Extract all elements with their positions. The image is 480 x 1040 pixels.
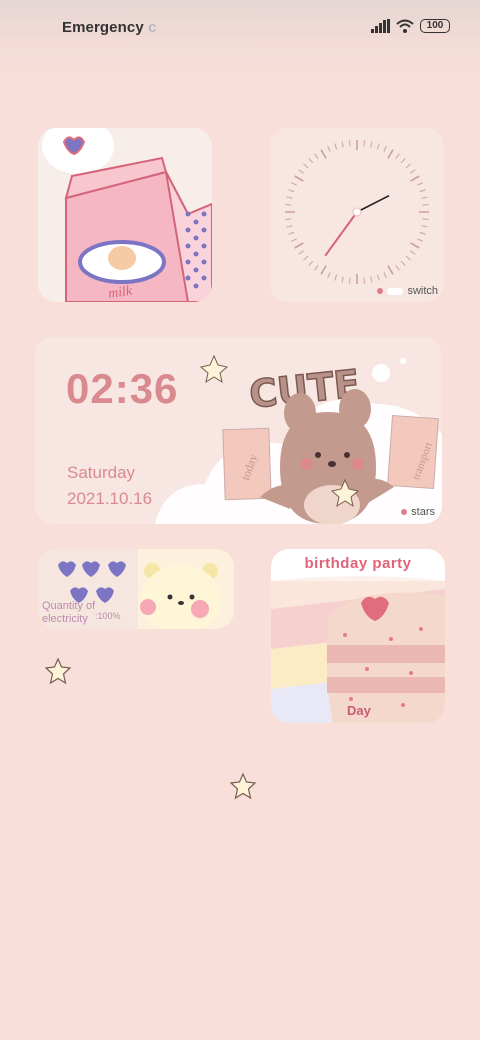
star-icon (44, 657, 72, 685)
clock-tick (334, 143, 338, 150)
clock-tick (405, 255, 411, 261)
clock-tick (400, 158, 406, 164)
carrier-label: Emergency c (62, 19, 157, 36)
clock-tick (363, 140, 366, 147)
clock-tick (383, 146, 387, 152)
clock-tick (286, 225, 293, 228)
stars-text: stars (411, 506, 435, 518)
clock-tick (298, 250, 304, 255)
stars-dot (401, 509, 408, 515)
switch-label: switch (407, 285, 438, 297)
clock-tick (291, 182, 297, 186)
birthday-day-label: Day (347, 703, 371, 718)
birthday-widget[interactable]: birthday party Day (271, 549, 445, 723)
clock-tick (288, 189, 295, 193)
status-icons: 100 (371, 19, 450, 33)
clock-tick (376, 274, 380, 281)
clock-tick (421, 225, 428, 228)
electricity-label: Quantity of electricity (42, 600, 95, 626)
digital-time: 02:36 (66, 365, 179, 412)
battery-indicator: 100 (420, 19, 450, 33)
clock-switch[interactable]: switch (377, 285, 438, 297)
battery-widget[interactable]: Quantity of electricity :100% (38, 549, 234, 629)
clock-tick (286, 196, 293, 199)
clock-tick (370, 141, 373, 148)
clock-tick (298, 169, 304, 174)
clock-tick (327, 146, 331, 152)
signal-icon (371, 19, 390, 33)
wifi-icon (396, 19, 414, 33)
clock-tick (387, 265, 394, 275)
clock-tick (294, 175, 304, 182)
clock-tick (348, 140, 351, 147)
star-icon (229, 772, 257, 800)
clock-tick (327, 272, 331, 278)
switch-pill (387, 287, 404, 295)
electricity-label-line2: electricity (42, 613, 88, 625)
minute-hand (324, 211, 358, 257)
carrier-text-faded: c (148, 19, 157, 36)
clock-tick (294, 242, 304, 249)
clock-tick (395, 153, 400, 159)
clock-tick (405, 163, 411, 169)
clock-tick (320, 149, 327, 159)
heart-icons (58, 561, 126, 603)
clock-tick (410, 250, 416, 255)
clock-tick (417, 182, 423, 186)
time-date-widget[interactable]: CUTE today transport 02:36 Saturday 2021… (35, 337, 442, 524)
clock-tick (400, 260, 406, 266)
clock-tick (348, 277, 351, 284)
clock-tick (376, 143, 380, 150)
clock-tick (303, 163, 309, 169)
cake-illustration (271, 549, 445, 723)
clock-tick (419, 231, 426, 235)
clock-tick (410, 169, 416, 174)
clock-tick (308, 158, 314, 164)
clock-tick (417, 238, 423, 242)
switch-dot (377, 288, 384, 294)
birthday-title: birthday party (304, 555, 412, 572)
clock-center (352, 207, 362, 217)
analog-clock-widget[interactable]: switch (270, 128, 444, 302)
milk-widget[interactable]: milk (38, 128, 212, 302)
clock-tick (422, 203, 429, 206)
clock-tick (363, 277, 366, 284)
clock-tick (285, 218, 292, 221)
clock-tick (334, 274, 338, 281)
clock-tick (422, 218, 429, 221)
clock-tick (303, 255, 309, 261)
clock-tick (370, 276, 373, 283)
clock-tick (410, 175, 420, 182)
milk-carton-illustration: milk (42, 128, 212, 302)
electricity-percent: :100% (95, 611, 121, 621)
clock-face (285, 140, 429, 284)
clock-tick (341, 141, 344, 148)
clock-tick (383, 272, 387, 278)
stars-label: stars (401, 506, 435, 518)
hour-hand (356, 194, 390, 213)
clock-tick (395, 265, 400, 271)
clock-tick (320, 265, 327, 275)
status-bar: Emergency c 100 (0, 0, 480, 56)
clock-tick (421, 196, 428, 199)
electricity-label-line1: Quantity of (42, 600, 96, 612)
clock-tick (410, 242, 420, 249)
clock-tick (291, 238, 297, 242)
date-label: 2021.10.16 (67, 489, 153, 508)
clock-tick (387, 149, 394, 159)
clock-tick (419, 189, 426, 193)
clock-tick (341, 276, 344, 283)
clock-tick (314, 265, 319, 271)
weekday-label: Saturday (67, 463, 136, 482)
clock-tick (288, 231, 295, 235)
carrier-text: Emergency (62, 19, 144, 36)
clock-tick (314, 153, 319, 159)
clock-tick (285, 203, 292, 206)
clock-tick (308, 260, 314, 266)
